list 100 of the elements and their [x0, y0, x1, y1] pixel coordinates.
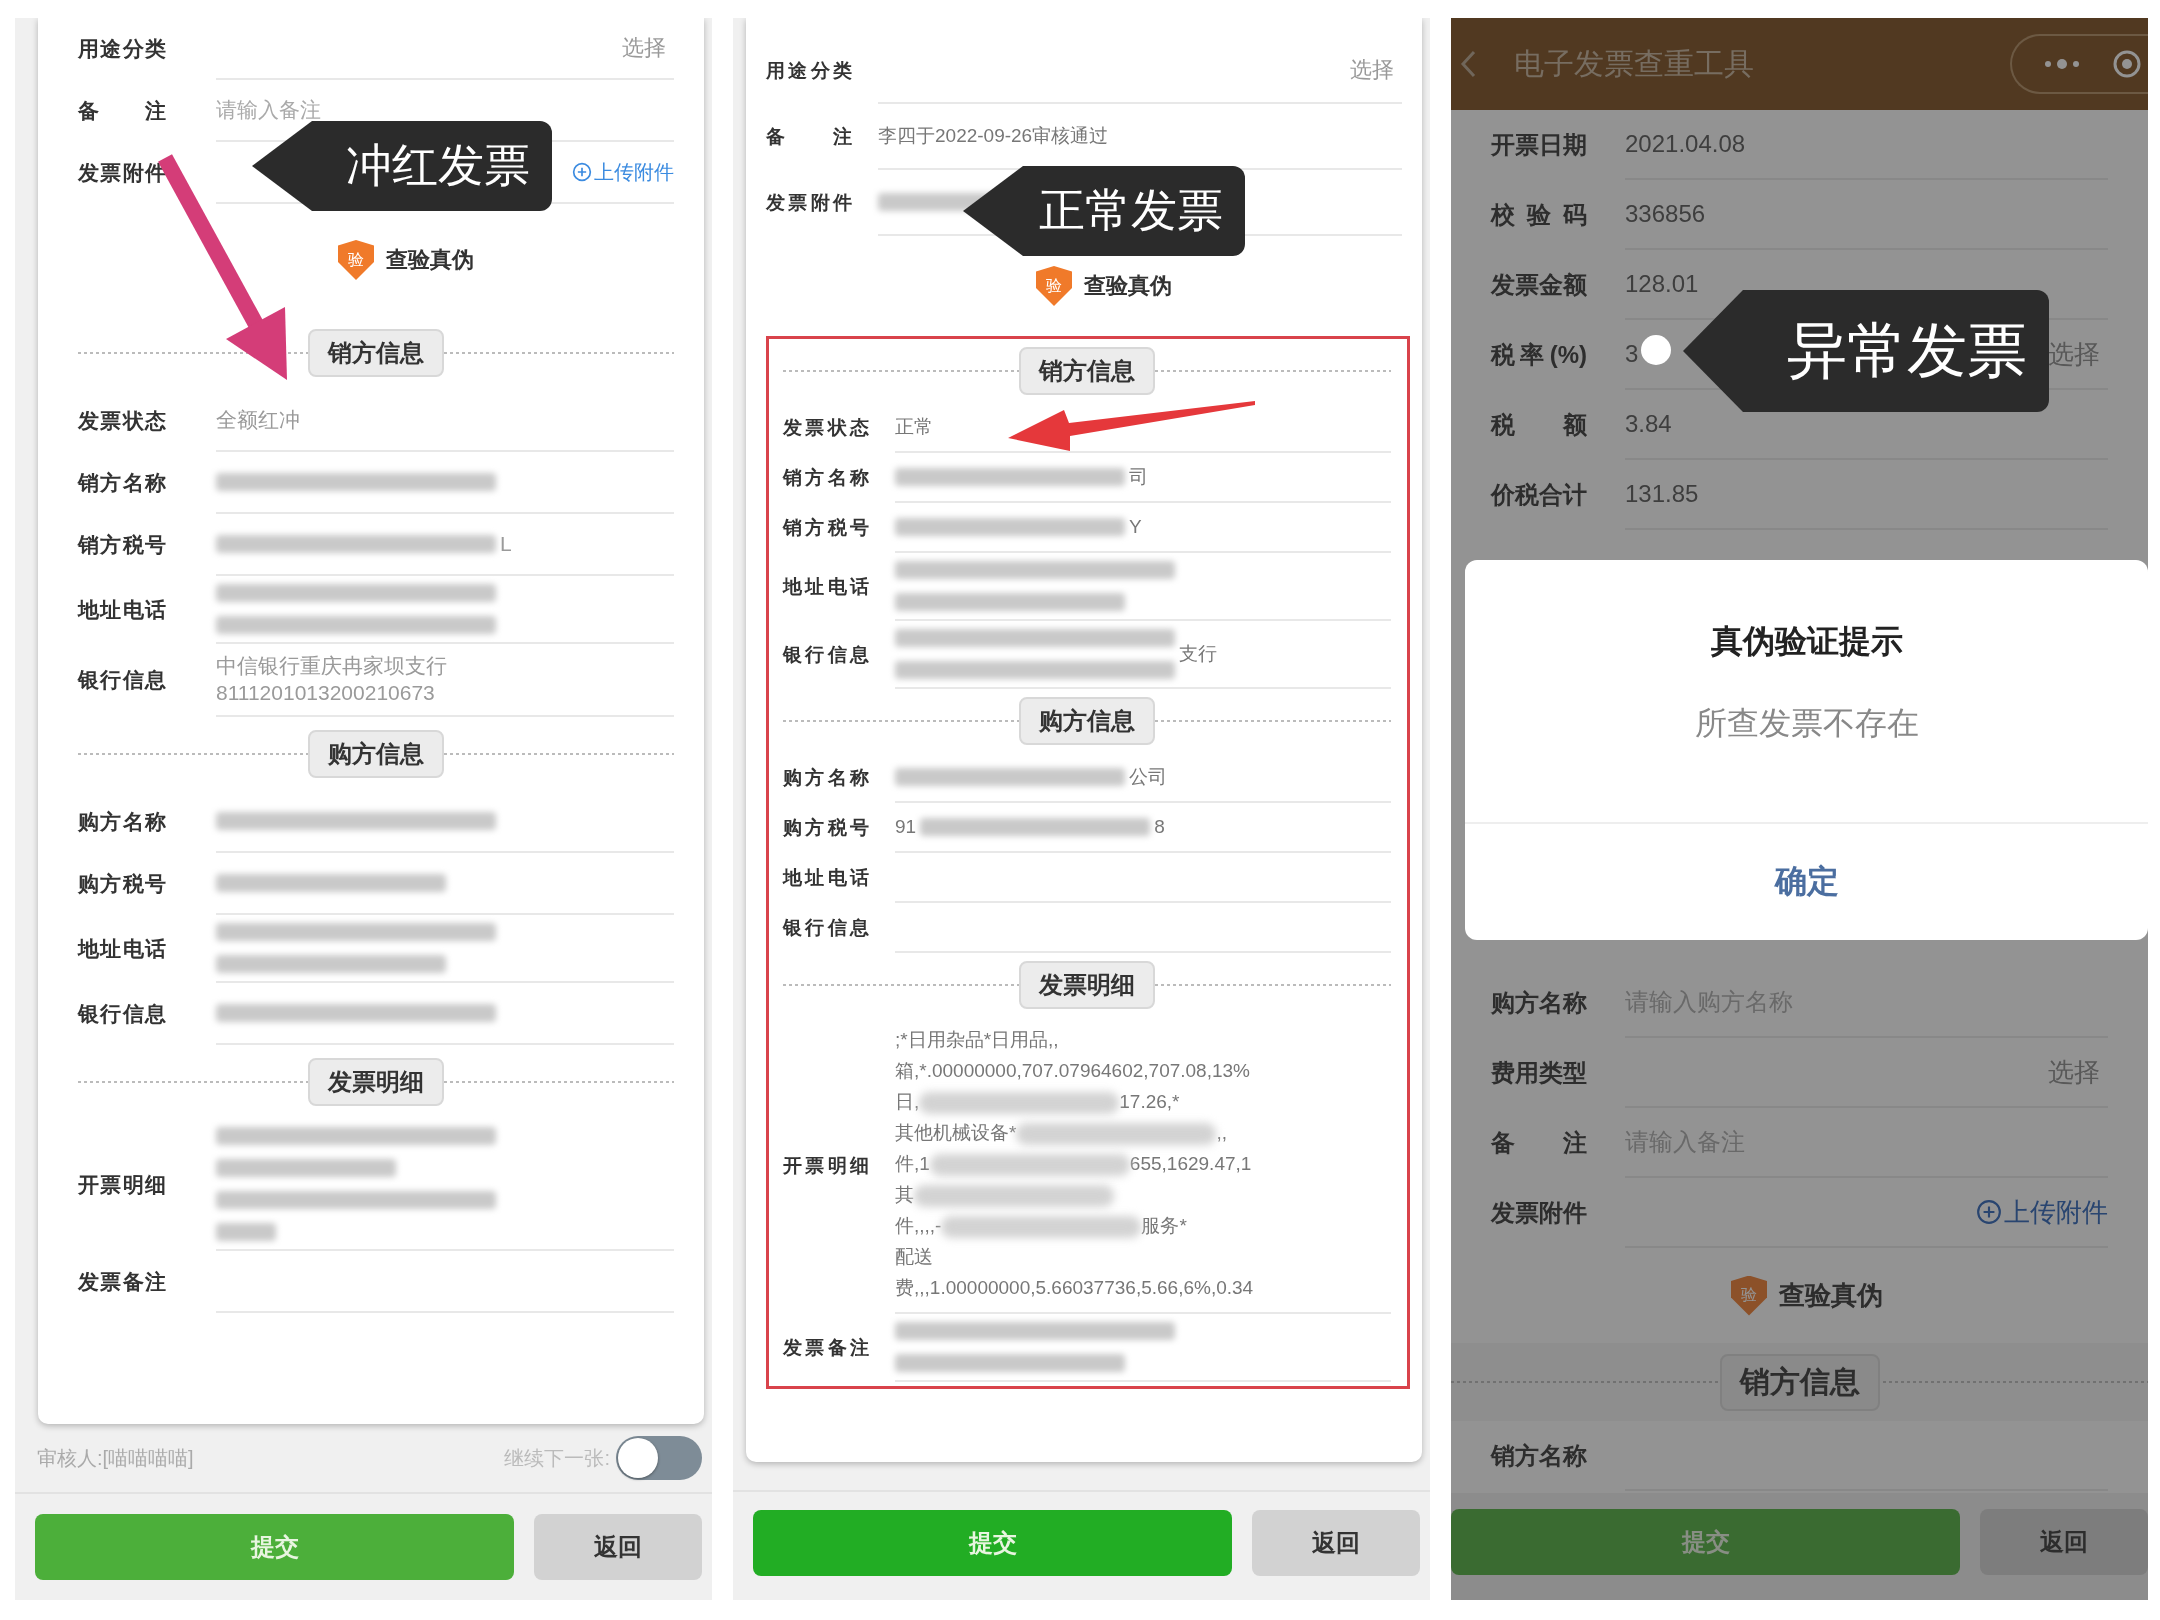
- upload-link[interactable]: 上传附件: [572, 158, 674, 186]
- detail-text: 655,1629.47,1: [1129, 1152, 1252, 1177]
- field-label: 校验码: [1491, 200, 1587, 230]
- field-label: 开票明细: [783, 1153, 869, 1178]
- field-label: 发票状态: [78, 408, 166, 434]
- field-label: 发票附件: [766, 191, 852, 215]
- section-header: 购方信息: [1019, 697, 1155, 745]
- field-value: 336856: [1625, 199, 1706, 230]
- submit-button[interactable]: 提交: [1451, 1509, 1960, 1575]
- section-header: 销方信息: [1719, 1353, 1880, 1411]
- field-label: 备注: [766, 125, 852, 149]
- back-button[interactable]: 返回: [1980, 1509, 2148, 1575]
- field-label: 银行信息: [783, 643, 869, 667]
- field-value: 正常: [895, 414, 933, 439]
- submit-button[interactable]: 提交: [35, 1514, 514, 1580]
- field-label: 银行信息: [783, 916, 869, 940]
- field-label: 发票备注: [783, 1336, 869, 1360]
- field-value: 8: [1154, 814, 1165, 839]
- select-button[interactable]: 选择: [614, 33, 674, 63]
- dialog-title: 真伪验证提示: [1710, 622, 1903, 661]
- field-label: 购方名称: [1491, 988, 1587, 1018]
- verify-button[interactable]: 查验真伪: [1779, 1278, 1883, 1313]
- verify-badge[interactable]: 验: [1036, 266, 1072, 306]
- detail-text: 箱,*.00000000,707.07964602,707.08,13%: [895, 1059, 1250, 1084]
- field-label: 发票状态: [783, 416, 869, 440]
- field-label: 发票附件: [1491, 1198, 1587, 1228]
- field-label: 地址电话: [783, 575, 869, 599]
- submit-button[interactable]: 提交: [753, 1510, 1232, 1576]
- field-value: 3: [1625, 339, 1639, 370]
- field-value: Y: [1129, 514, 1142, 539]
- field-label: 销方税号: [78, 532, 166, 558]
- field-label: 用途分类: [766, 59, 852, 83]
- detail-text: 件,1: [895, 1152, 930, 1177]
- verify-button[interactable]: 查验真伪: [1084, 271, 1172, 301]
- field-label: 银行信息: [78, 667, 166, 694]
- field-label: 购方税号: [783, 816, 869, 840]
- field-label: 发票附件: [78, 160, 166, 186]
- field-label: 税额: [1491, 410, 1587, 440]
- field-label: 备注: [1491, 1128, 1587, 1158]
- field-label: 销方名称: [783, 466, 869, 490]
- toggle-switch[interactable]: [616, 1436, 702, 1480]
- field-value: 司: [1129, 464, 1148, 489]
- detail-text: ;*日用杂品*日用品,,: [895, 1028, 1059, 1053]
- verify-button[interactable]: 查验真伪: [386, 245, 474, 275]
- verify-badge[interactable]: 验: [1731, 1275, 1767, 1316]
- field-label: 购方名称: [78, 808, 166, 835]
- detail-text: ,,: [1216, 1121, 1227, 1146]
- field-label: 地址电话: [78, 935, 166, 962]
- dialog-message: 所查发票不存在: [1694, 704, 1919, 743]
- back-button[interactable]: 返回: [534, 1514, 702, 1580]
- field-label: 用途分类: [78, 36, 166, 62]
- detail-text: 费,,,1.00000000,5.66037736,5.66,6%,0.34: [895, 1276, 1254, 1301]
- plus-circle-icon[interactable]: [1976, 1199, 2002, 1225]
- blurred-text: [216, 1222, 276, 1241]
- field-label: 销方税号: [783, 516, 869, 540]
- field-value: 公司: [1129, 764, 1167, 789]
- field-label: 购方名称: [783, 766, 869, 790]
- field-label: 开票日期: [1491, 130, 1587, 160]
- field-value: L: [500, 531, 512, 558]
- field-label: 费用类型: [1491, 1058, 1587, 1088]
- field-label: 发票备注: [78, 1268, 166, 1295]
- reviewer-text: 审核人:[喵喵喵喵]: [37, 1445, 194, 1471]
- section-header: 销方信息: [1019, 347, 1155, 395]
- more-icon[interactable]: [2042, 58, 2082, 70]
- field-label: 税率(%): [1491, 340, 1587, 370]
- plus-circle-icon[interactable]: [572, 162, 592, 182]
- field-label: 开票明细: [78, 1171, 166, 1198]
- section-header: 销方信息: [308, 329, 444, 377]
- field-value: 李四于2022-09-26审核通过: [878, 123, 1109, 148]
- field-label: 地址电话: [78, 597, 166, 623]
- field-label: 银行信息: [78, 1000, 166, 1027]
- window-title: 电子发票查重工具: [1514, 45, 1754, 82]
- field-label: 销方名称: [1491, 1441, 1587, 1471]
- field-value: 91: [895, 814, 917, 839]
- field-value: 3.84: [1625, 409, 1672, 440]
- field-value: 2021.04.08: [1625, 129, 1746, 160]
- field-value: 中信银行重庆冉家坝支行 8111201013200210673: [216, 653, 447, 707]
- section-header: 发票明细: [308, 1057, 444, 1106]
- callout-label: 冲红发票: [252, 121, 552, 211]
- select-button[interactable]: 选择: [2040, 1054, 2108, 1090]
- select-button[interactable]: 选择: [1342, 55, 1402, 85]
- verify-badge[interactable]: 验: [338, 240, 374, 280]
- field-label: 销方名称: [78, 470, 166, 496]
- input-field[interactable]: 请输入备注: [216, 98, 476, 122]
- upload-link[interactable]: 上传附件: [1976, 1194, 2108, 1230]
- section-header: 发票明细: [1019, 961, 1155, 1009]
- field-value: 131.85: [1625, 479, 1699, 510]
- field-label: 价税合计: [1491, 480, 1587, 510]
- detail-text: 件,,,,-: [895, 1214, 942, 1239]
- detail-text: 日,: [895, 1090, 920, 1115]
- field-label: 地址电话: [783, 866, 869, 890]
- field-label: 发票金额: [1491, 270, 1587, 300]
- detail-text: 配送: [895, 1245, 933, 1270]
- field-label: 购方税号: [78, 870, 166, 897]
- touch-dot: [1641, 335, 1671, 365]
- section-header: 购方信息: [308, 729, 444, 778]
- detail-text: 17.26,*: [1119, 1090, 1180, 1115]
- back-button[interactable]: 返回: [1252, 1510, 1420, 1576]
- field-label: 备注: [78, 98, 166, 124]
- confirm-button[interactable]: 确定: [1465, 822, 2148, 940]
